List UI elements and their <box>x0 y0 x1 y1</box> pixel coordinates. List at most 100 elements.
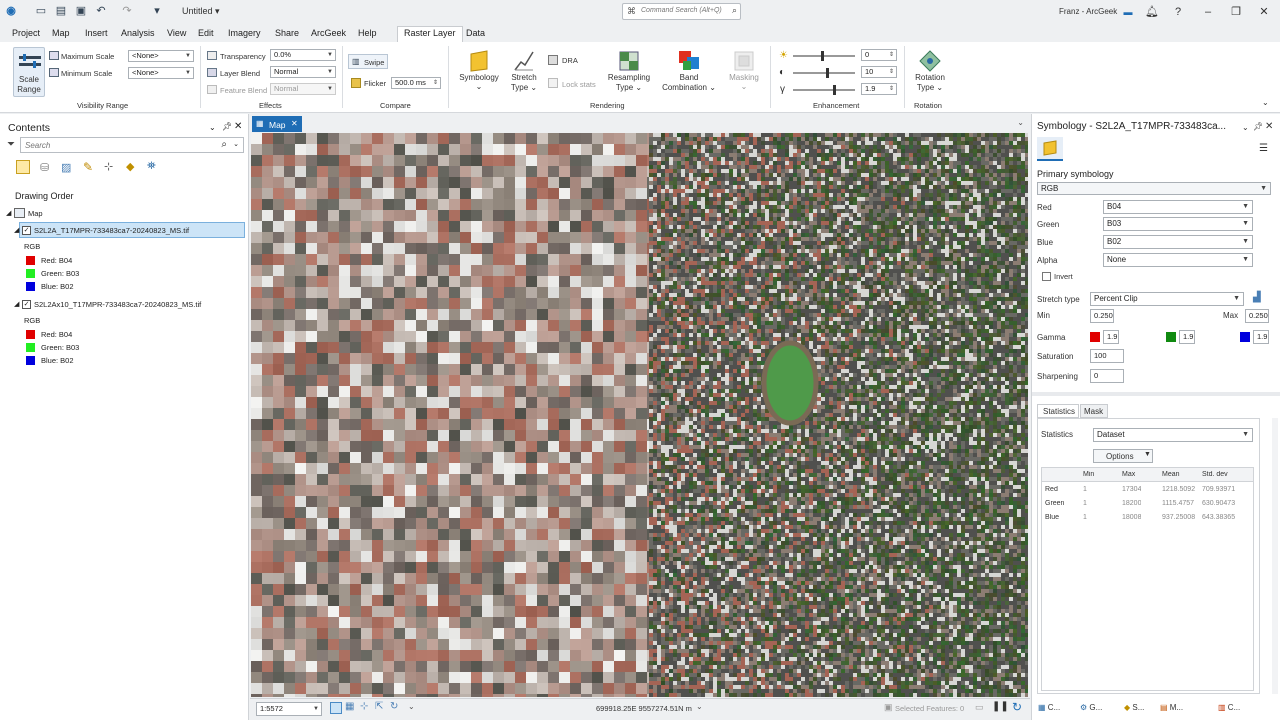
band-combination-button[interactable]: Band Combination ⌄ <box>660 48 718 98</box>
minimum-scale-select[interactable]: <None> ▼ <box>128 67 194 79</box>
map-view[interactable] <box>251 133 1028 697</box>
transparency-input[interactable]: 0.0% ▼ <box>270 49 336 61</box>
tab-list-icon[interactable]: ⌄ <box>1017 118 1024 127</box>
red-band-swatch[interactable] <box>26 256 35 265</box>
expand-map-icon[interactable]: ◢ <box>6 209 11 217</box>
tab-map[interactable]: Map <box>52 28 70 38</box>
imagery-pixel <box>449 452 460 463</box>
feature-blend-select[interactable]: Normal ▼ <box>270 83 336 95</box>
list-by-drawing-order-icon[interactable] <box>16 160 30 174</box>
list-by-selection-icon[interactable]: ▨ <box>61 161 71 174</box>
list-by-data-source-icon[interactable]: ⛁ <box>40 161 49 174</box>
imagery-pixel <box>427 177 438 188</box>
imagery-pixel <box>861 221 865 225</box>
map-node[interactable]: Map <box>28 209 43 218</box>
blue-band-swatch[interactable] <box>26 282 35 291</box>
document-title[interactable]: Untitled ▾ <box>182 6 220 17</box>
satellite-imagery[interactable] <box>251 133 1028 697</box>
tab-edit[interactable]: Edit <box>198 28 214 38</box>
tab-share[interactable]: Share <box>275 28 299 38</box>
filter-icon[interactable]: ⏷ <box>7 139 15 150</box>
imagery-pixel <box>969 149 973 153</box>
redo-icon[interactable]: ↷ <box>120 4 134 18</box>
arcgis-online-icon[interactable]: ▬ <box>1120 4 1136 20</box>
collapse-ribbon-icon[interactable]: ⌄ <box>1262 98 1269 107</box>
imagery-pixel <box>653 193 657 197</box>
green-band-swatch[interactable] <box>26 343 35 352</box>
contents-search-input[interactable]: Search ⌕ ⌄ <box>20 137 244 153</box>
expand-layer-icon[interactable]: ◢ <box>14 226 19 234</box>
flicker-rate-input[interactable]: 500.0 ms ⇕ <box>391 77 441 89</box>
tab-arcgeek[interactable]: ArcGeek <box>311 28 346 38</box>
stretch-type-button[interactable]: Stretch Type ⌄ <box>508 48 540 98</box>
new-project-icon[interactable]: ▭ <box>34 4 48 18</box>
expand-layer-icon[interactable]: ◢ <box>14 300 19 308</box>
tab-project[interactable]: Project <box>12 28 40 38</box>
imagery-pixel <box>873 137 877 141</box>
blue-band-swatch[interactable] <box>26 356 35 365</box>
list-by-snapping-icon[interactable]: ⊹ <box>104 160 113 173</box>
restore-window-icon[interactable]: ❐ <box>1228 4 1244 20</box>
resampling-type-button[interactable]: Resampling Type ⌄ <box>606 48 652 98</box>
close-pane-icon[interactable]: ✕ <box>234 121 242 132</box>
tab-map-view[interactable]: ▦ Map ✕ <box>252 116 302 132</box>
imagery-pixel <box>559 375 570 386</box>
tab-analysis[interactable]: Analysis <box>121 28 155 38</box>
close-window-icon[interactable]: ✕ <box>1256 4 1272 20</box>
layer-blend-select[interactable]: Normal ▼ <box>270 66 336 78</box>
slider-thumb[interactable] <box>821 51 824 61</box>
slider-thumb[interactable] <box>826 68 829 78</box>
swipe-button[interactable]: ▥ Swipe <box>348 54 388 69</box>
green-band-swatch[interactable] <box>26 269 35 278</box>
rotation-type-button[interactable]: Rotation Type ⌄ <box>911 48 949 98</box>
masking-button[interactable]: Masking ⌄ <box>726 48 762 98</box>
undo-icon[interactable]: ↶ <box>94 4 108 18</box>
imagery-pixel <box>925 209 929 213</box>
layer-name[interactable]: S2L2Ax10_T17MPR-733483ca7-20240823_MS.ti… <box>34 300 201 309</box>
lock-stats-toggle[interactable]: Lock stats <box>562 80 596 89</box>
customize-toolbar-icon[interactable]: ▾ <box>150 4 164 18</box>
slider-thumb[interactable] <box>833 85 836 95</box>
imagery-pixel <box>681 161 685 165</box>
brightness-slider[interactable] <box>793 51 855 61</box>
notifications-bell-icon[interactable]: 🔔︎ <box>1144 4 1160 20</box>
imagery-pixel <box>989 145 993 149</box>
list-by-editing-icon[interactable]: ✎ <box>83 160 93 174</box>
signed-in-user[interactable]: Franz - ArcGeek <box>1059 7 1117 16</box>
tab-imagery[interactable]: Imagery <box>228 28 261 38</box>
help-icon[interactable]: ? <box>1170 4 1186 20</box>
save-project-icon[interactable]: ▣ <box>74 4 88 18</box>
command-search-input[interactable]: ⌘ Command Search (Alt+Q) ⌕ <box>622 3 741 20</box>
open-project-icon[interactable]: ▤ <box>54 4 68 18</box>
imagery-pixel <box>636 474 647 485</box>
layer-visibility-checkbox[interactable]: ✓ <box>22 226 31 235</box>
tab-insert[interactable]: Insert <box>85 28 108 38</box>
tab-raster-layer[interactable]: Raster Layer <box>397 26 463 42</box>
close-tab-icon[interactable]: ✕ <box>291 119 298 128</box>
gamma-slider[interactable] <box>793 85 855 95</box>
pane-options-icon[interactable]: ⌄ <box>209 123 216 132</box>
imagery-pixel <box>901 157 905 161</box>
brightness-input[interactable]: 0 ⇕ <box>861 49 897 61</box>
contrast-slider[interactable] <box>793 68 855 78</box>
gamma-input[interactable]: 1.9 ⇕ <box>861 83 897 95</box>
imagery-pixel <box>945 237 949 241</box>
contrast-input[interactable]: 10 ⇕ <box>861 66 897 78</box>
tab-view[interactable]: View <box>167 28 186 38</box>
imagery-pixel <box>625 265 636 276</box>
layer-name[interactable]: S2L2A_T17MPR-733483ca7-20240823_MS.tif <box>34 226 189 235</box>
scale-range-button[interactable]: Scale Range <box>13 47 45 97</box>
imagery-pixel <box>361 683 372 694</box>
minimize-window-icon[interactable]: – <box>1200 4 1216 20</box>
list-by-labeling-icon[interactable]: ◆ <box>126 160 134 173</box>
dra-toggle[interactable]: DRA <box>562 56 578 65</box>
layer-visibility-checkbox[interactable]: ✓ <box>22 300 31 309</box>
pin-icon[interactable]: 📌︎ <box>222 122 232 131</box>
tab-help[interactable]: Help <box>358 28 377 38</box>
red-band-swatch[interactable] <box>26 330 35 339</box>
imagery-pixel <box>973 241 977 245</box>
tab-data[interactable]: Data <box>466 28 485 38</box>
list-by-perspective-icon[interactable]: ⛯ <box>147 160 156 173</box>
maximum-scale-select[interactable]: <None> ▼ <box>128 50 194 62</box>
symbology-button[interactable]: Symbology ⌄ <box>458 48 500 98</box>
